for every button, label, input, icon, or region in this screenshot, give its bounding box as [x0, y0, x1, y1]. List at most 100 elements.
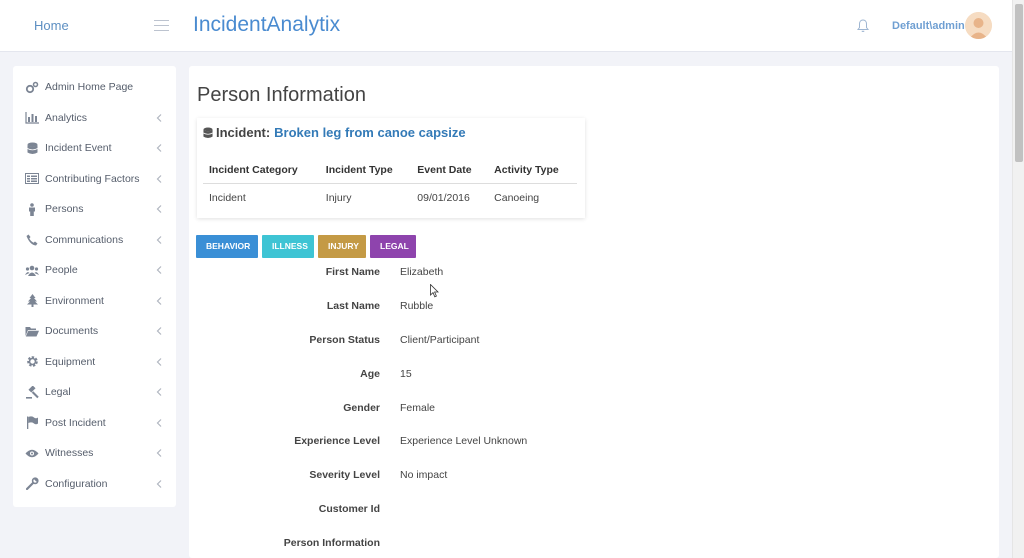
chevron-left-icon: [156, 144, 162, 152]
sidebar-item-label: Witnesses: [45, 447, 94, 460]
flag-icon: [25, 416, 39, 430]
gears-icon: [25, 80, 39, 94]
gavel-icon: [25, 385, 39, 399]
sidebar-item-legal[interactable]: Legal: [13, 377, 176, 408]
field-experience-level: Experience Level Experience Level Unknow…: [189, 435, 789, 455]
person-icon: [25, 202, 39, 216]
tab-illness[interactable]: ILLNESS: [262, 235, 314, 258]
users-icon: [25, 263, 39, 277]
chevron-left-icon: [156, 327, 162, 335]
field-gender: Gender Female: [189, 402, 789, 422]
scrollbar-thumb[interactable]: [1015, 4, 1023, 162]
sidebar-item-post-incident[interactable]: Post Incident: [13, 408, 176, 439]
column-header: Incident Category: [203, 158, 320, 184]
tab-injury[interactable]: INJURY: [318, 235, 366, 258]
sidebar-item-equipment[interactable]: Equipment: [13, 347, 176, 378]
field-person-information: Person Information: [189, 537, 789, 557]
brand-title[interactable]: IncidentAnalytix: [193, 13, 340, 37]
incident-prefix: Incident:: [216, 125, 271, 140]
sidebar-item-admin-home-page[interactable]: Admin Home Page: [13, 72, 176, 103]
sidebar-item-communications[interactable]: Communications: [13, 225, 176, 256]
field-label: Person Information: [283, 537, 380, 549]
chevron-left-icon: [156, 266, 162, 274]
table-cell: Incident: [209, 192, 246, 204]
field-label: Age: [360, 368, 380, 380]
sidebar-item-label: Legal: [45, 386, 71, 399]
chevron-left-icon: [156, 357, 162, 366]
chevron-left-icon: [156, 449, 162, 457]
sidebar-item-label: Analytics: [45, 111, 88, 124]
sidebar-item-configuration[interactable]: Configuration: [13, 469, 176, 500]
sidebar-item-environment[interactable]: Environment: [13, 286, 176, 317]
column-header: Incident Type: [319, 158, 412, 184]
table-cell: Injury: [325, 192, 352, 204]
scrollbar[interactable]: [1012, 0, 1024, 558]
eye-icon: [25, 446, 39, 460]
field-label: Experience Level: [294, 435, 380, 447]
column-header: Event Date: [411, 158, 489, 184]
sidebar-item-label: Post Incident: [45, 416, 106, 429]
chevron-left-icon: [156, 479, 162, 488]
field-value: Experience Level Unknown: [400, 435, 528, 447]
sidebar-item-witnesses[interactable]: Witnesses: [13, 438, 176, 469]
sidebar: Admin Home Page Analytics Incident Event…: [13, 66, 176, 507]
field-value: 15: [400, 368, 412, 380]
wrench-icon: [25, 477, 39, 491]
sidebar-item-documents[interactable]: Documents: [13, 316, 176, 347]
table-cell: Canoeing: [494, 192, 540, 204]
field-value: Client/Participant: [400, 334, 480, 346]
sidebar-item-label: Documents: [45, 325, 99, 338]
table-cell: 09/01/2016: [417, 192, 470, 204]
field-label: First Name: [325, 266, 380, 278]
incident-summary-card: Incident: Broken leg from canoe capsize …: [197, 118, 585, 218]
chevron-left-icon: [156, 418, 162, 427]
field-label: Person Status: [309, 334, 380, 346]
chevron-left-icon: [156, 296, 162, 305]
sidebar-item-incident-event[interactable]: Incident Event: [13, 133, 176, 164]
sidebar-item-label: Admin Home Page: [45, 81, 134, 94]
tab-behavior[interactable]: BEHAVIOR: [196, 235, 258, 258]
sidebar-item-analytics[interactable]: Analytics: [13, 103, 176, 134]
main-content: Person Information Incident: Broken leg …: [189, 66, 999, 558]
field-label: Gender: [343, 402, 380, 414]
sidebar-item-label: Incident Event: [45, 142, 112, 155]
field-value: Rubble: [400, 300, 434, 312]
sidebar-item-persons[interactable]: Persons: [13, 194, 176, 225]
chevron-left-icon: [156, 205, 162, 213]
field-person-status: Person Status Client/Participant: [189, 334, 789, 354]
sidebar-item-people[interactable]: People: [13, 255, 176, 286]
list-card-icon: [25, 172, 39, 186]
field-last-name: Last Name Rubble: [189, 300, 789, 320]
user-menu[interactable]: Default\admin: [892, 20, 965, 32]
incident-name-link[interactable]: Broken leg from canoe capsize: [274, 125, 465, 140]
sidebar-item-label: Contributing Factors: [45, 172, 140, 185]
chevron-left-icon: [156, 235, 162, 244]
field-severity-level: Severity Level No impact: [189, 469, 789, 489]
tab-legal[interactable]: LEGAL: [370, 235, 416, 258]
category-tabs: BEHAVIOR ILLNESS INJURY LEGAL: [196, 235, 416, 258]
field-value: No impact: [400, 469, 448, 481]
field-label: Severity Level: [309, 469, 380, 481]
field-customer-id: Customer Id: [189, 503, 789, 523]
menu-toggle-icon[interactable]: [154, 20, 169, 31]
sidebar-item-label: Persons: [45, 203, 84, 216]
chevron-left-icon: [156, 388, 162, 396]
sidebar-item-contributing-factors[interactable]: Contributing Factors: [13, 164, 176, 195]
avatar[interactable]: [965, 12, 992, 39]
page-title: Person Information: [197, 84, 366, 106]
top-bar: Home IncidentAnalytix Default\admin: [0, 0, 1012, 52]
field-first-name: First Name Elizabeth: [189, 266, 789, 286]
sidebar-item-label: People: [45, 264, 78, 277]
table-header-row: Incident Category Incident Type Event Da…: [203, 158, 577, 184]
tree-icon: [25, 294, 39, 308]
database-icon: [25, 141, 39, 155]
phone-icon: [25, 233, 39, 247]
sidebar-item-label: Equipment: [45, 355, 96, 368]
field-label: Customer Id: [318, 503, 380, 515]
chevron-left-icon: [156, 113, 162, 122]
bar-chart-icon: [25, 111, 39, 125]
incident-table: Incident Category Incident Type Event Da…: [203, 158, 577, 212]
folder-open-icon: [25, 324, 39, 338]
home-link[interactable]: Home: [34, 18, 69, 33]
bell-icon[interactable]: [857, 19, 869, 33]
